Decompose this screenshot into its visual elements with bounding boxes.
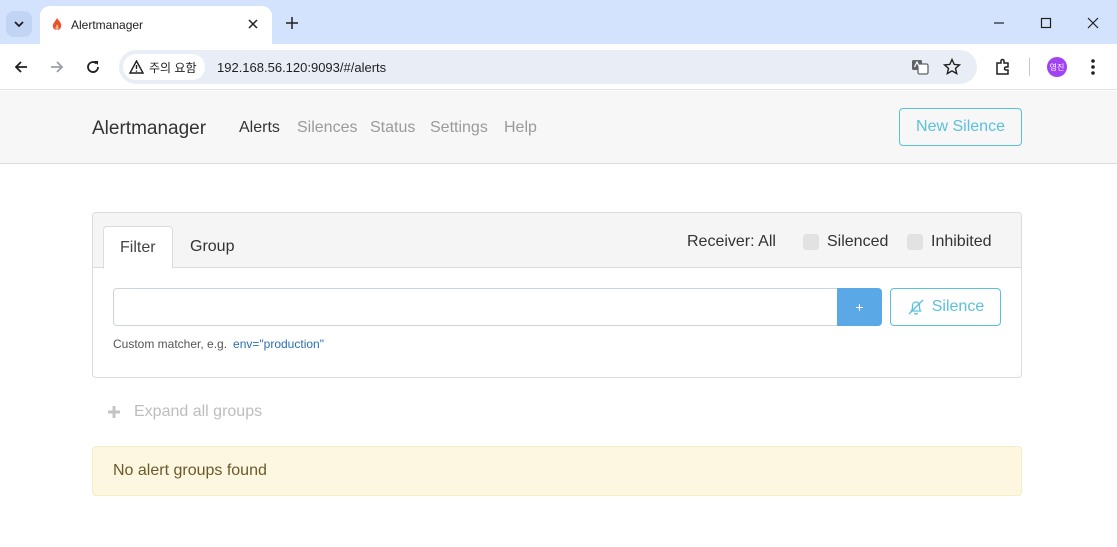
minimize-button[interactable] [988, 12, 1010, 34]
url-text: 192.168.56.120:9093/#/alerts [217, 60, 387, 75]
chevron-down-icon [14, 21, 24, 28]
profile-avatar[interactable]: 영진 [1047, 57, 1067, 77]
matcher-hint: Custom matcher, e.g. env="production" [113, 337, 324, 351]
warning-icon [129, 60, 144, 74]
security-label: 주의 요함 [149, 60, 197, 75]
plus-icon [108, 406, 120, 418]
star-icon [943, 58, 961, 76]
arrow-right-icon [51, 61, 64, 73]
expand-all-label: Expand all groups [134, 403, 263, 420]
empty-state-message: No alert groups found [113, 462, 267, 479]
nav-settings[interactable]: Settings [430, 119, 488, 137]
inhibited-checkbox[interactable] [907, 234, 923, 250]
arrow-left-icon [14, 61, 27, 73]
puzzle-icon [996, 58, 1009, 75]
flame-icon [52, 18, 62, 31]
browser-tab[interactable]: Alertmanager [40, 6, 272, 44]
silence-button-label: Silence [931, 298, 985, 315]
security-chip[interactable]: 주의 요함 [123, 54, 205, 80]
hint-prefix: Custom matcher, e.g. [113, 337, 228, 351]
nav-alerts[interactable]: Alerts [239, 119, 280, 137]
brand-title[interactable]: Alertmanager [92, 118, 206, 140]
tab-title: Alertmanager [71, 18, 144, 32]
address-bar[interactable]: 주의 요함 192.168.56.120:9093/#/alerts [119, 50, 977, 84]
inhibited-label: Inhibited [931, 233, 992, 250]
nav-silences[interactable]: Silences [297, 119, 357, 137]
tab-filter[interactable]: Filter [103, 226, 173, 269]
silenced-label: Silenced [827, 233, 889, 250]
browser-tab-bar: Alertmanager [0, 0, 1117, 44]
filter-panel: Filter Group Receiver: All Silenced Inhi… [92, 212, 1022, 378]
silence-button[interactable]: Silence [890, 288, 1001, 326]
reload-icon [87, 61, 99, 73]
nav-help[interactable]: Help [504, 119, 537, 137]
nav-status[interactable]: Status [370, 119, 415, 137]
hint-example: env="production" [233, 337, 324, 351]
forward-button[interactable] [45, 55, 69, 79]
toolbar-divider [1029, 58, 1030, 76]
reload-button[interactable] [81, 55, 105, 79]
silenced-checkbox[interactable] [803, 234, 819, 250]
empty-state-alert: No alert groups found [92, 446, 1022, 496]
receiver-select[interactable]: Receiver: All [687, 233, 776, 251]
maximize-button[interactable] [1035, 12, 1057, 34]
filter-panel-header: Filter Group Receiver: All Silenced Inhi… [93, 213, 1021, 269]
close-window-button[interactable] [1082, 12, 1104, 34]
browser-menu-button[interactable] [1081, 55, 1105, 79]
extensions-button[interactable] [991, 55, 1015, 79]
translate-icon [912, 60, 929, 75]
maximize-icon [1040, 17, 1052, 29]
tab-search-button[interactable] [6, 11, 32, 37]
close-tab-button[interactable] [244, 15, 262, 33]
new-silence-button[interactable]: New Silence [899, 108, 1022, 146]
browser-toolbar: 주의 요함 192.168.56.120:9093/#/alerts 영진 [0, 44, 1117, 90]
minimize-icon [994, 22, 1004, 24]
expand-all-groups-button[interactable]: Expand all groups [107, 403, 262, 421]
close-icon [248, 19, 258, 29]
more-vertical-icon [1091, 59, 1095, 75]
matcher-input[interactable] [113, 288, 837, 326]
new-tab-button[interactable] [282, 13, 302, 33]
tab-group[interactable]: Group [174, 226, 250, 268]
bell-slash-icon [908, 299, 924, 315]
add-matcher-button[interactable]: + [837, 288, 882, 326]
back-button[interactable] [9, 55, 33, 79]
translate-button[interactable] [910, 57, 930, 77]
silenced-toggle[interactable]: Silenced [803, 233, 888, 251]
plus-icon [286, 17, 298, 29]
close-icon [1087, 17, 1099, 29]
app-navbar: Alertmanager Alerts Silences Status Sett… [0, 91, 1117, 164]
bookmark-button[interactable] [942, 57, 962, 77]
inhibited-toggle[interactable]: Inhibited [907, 233, 992, 251]
